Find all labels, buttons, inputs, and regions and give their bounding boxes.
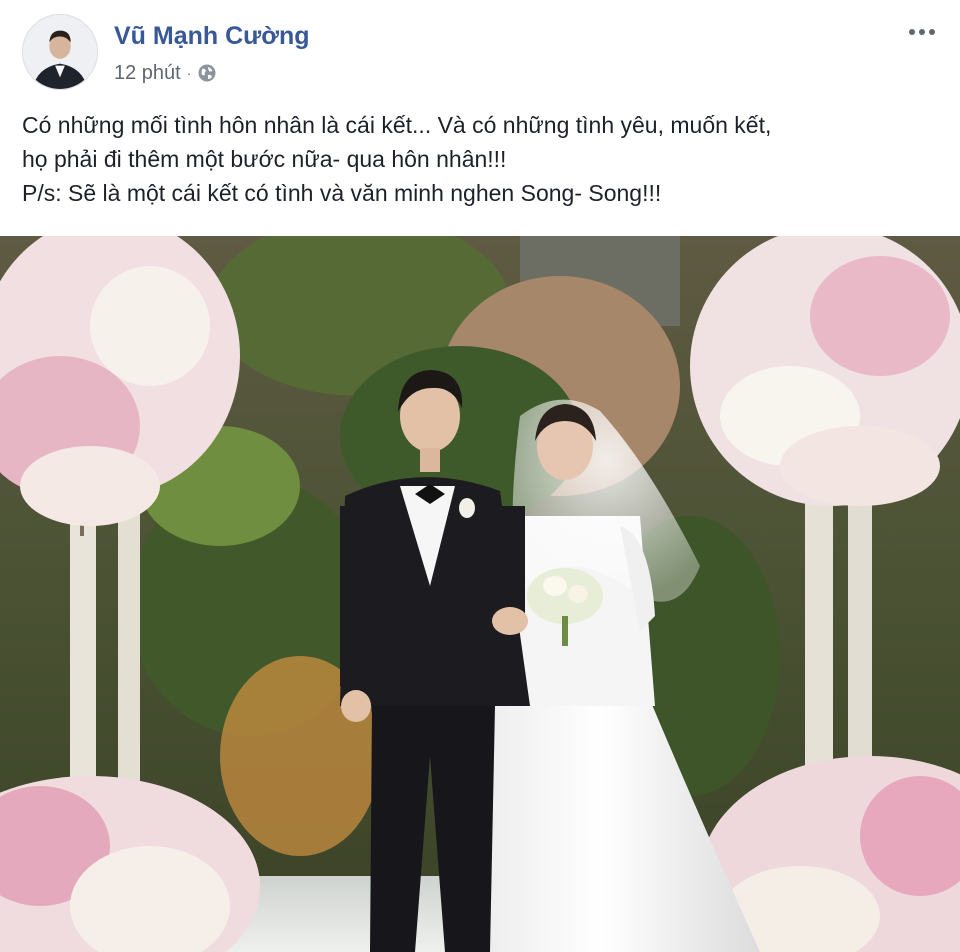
more-options-icon[interactable] — [902, 18, 942, 46]
post-text-line: Có những mối tình hôn nhân là cái kết...… — [22, 112, 772, 138]
meta-separator: · — [186, 65, 192, 81]
post-body-text: Có những mối tình hôn nhân là cái kết...… — [22, 108, 942, 210]
post-timestamp[interactable]: 12 phút — [114, 62, 181, 85]
post-header: Vũ Mạnh Cường 12 phút · — [0, 0, 960, 100]
globe-icon[interactable] — [197, 63, 217, 83]
wedding-photo — [0, 236, 960, 952]
facebook-post: Vũ Mạnh Cường 12 phút · Có những mối tìn… — [0, 0, 960, 952]
post-photo[interactable] — [0, 236, 960, 952]
post-meta: 12 phút · — [114, 60, 217, 86]
post-text-line: P/s: Sẽ là một cái kết có tình và văn mi… — [22, 180, 662, 206]
author-name-link[interactable]: Vũ Mạnh Cường — [114, 22, 310, 51]
author-avatar[interactable] — [22, 14, 98, 90]
post-text-line: họ phải đi thêm một bước nữa- qua hôn nh… — [22, 146, 507, 172]
